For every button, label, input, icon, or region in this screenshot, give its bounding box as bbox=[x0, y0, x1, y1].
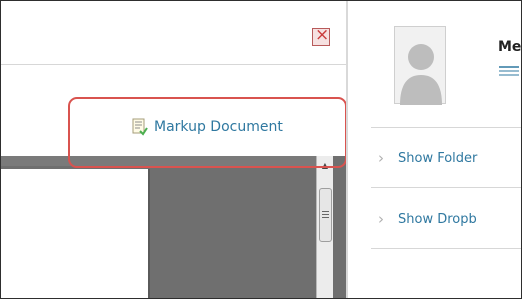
divider bbox=[1, 64, 346, 65]
viewer-scrollbar[interactable]: ▲ bbox=[316, 156, 333, 298]
divider bbox=[371, 248, 521, 249]
grip-line bbox=[322, 211, 329, 212]
divider bbox=[371, 187, 521, 188]
annotation-highlight bbox=[68, 97, 347, 168]
page-edge bbox=[148, 169, 150, 298]
document-viewer: ▲ bbox=[1, 156, 346, 298]
scroll-thumb[interactable] bbox=[319, 188, 332, 242]
app-window: × Markup Document ▲ Me › Show Folder › S… bbox=[0, 0, 522, 299]
close-button[interactable]: × bbox=[312, 25, 330, 46]
show-folder-item[interactable]: › Show Folder bbox=[378, 146, 477, 170]
grip-line bbox=[322, 214, 329, 215]
close-icon: × bbox=[315, 25, 330, 45]
show-dropbox-item[interactable]: › Show Dropb bbox=[378, 207, 477, 231]
document-page bbox=[1, 169, 148, 298]
avatar-placeholder-icon bbox=[400, 44, 442, 105]
side-panel: Me › Show Folder › Show Dropb bbox=[348, 1, 521, 298]
divider bbox=[371, 127, 521, 128]
show-folder-label: Show Folder bbox=[398, 150, 478, 166]
user-name: Me bbox=[498, 39, 522, 55]
grip-line bbox=[322, 217, 329, 218]
show-dropbox-label: Show Dropb bbox=[398, 211, 477, 227]
chevron-right-icon: › bbox=[378, 210, 384, 228]
avatar bbox=[394, 26, 446, 105]
user-card-icon bbox=[499, 66, 519, 76]
chevron-right-icon: › bbox=[378, 149, 384, 167]
